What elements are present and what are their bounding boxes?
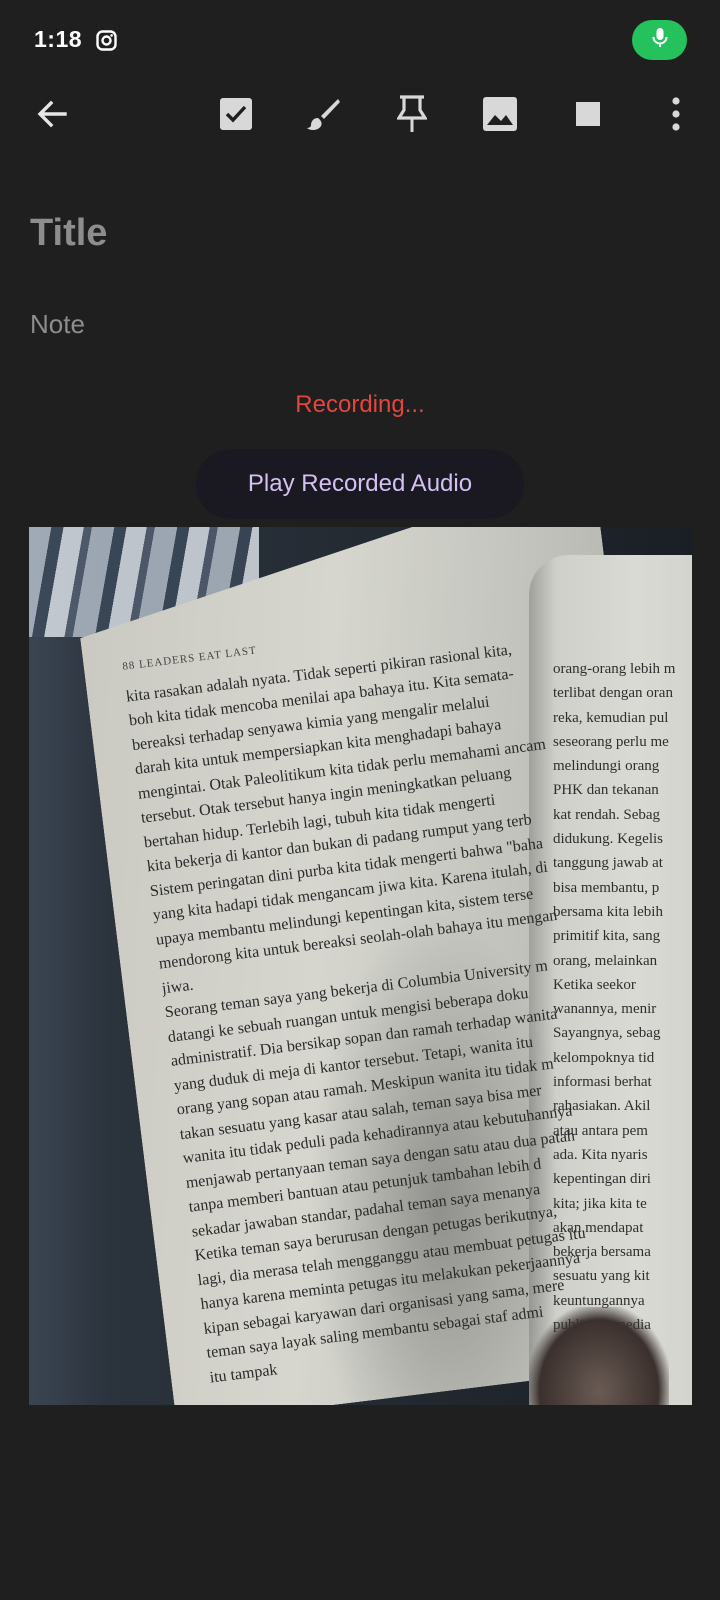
- right_page-line: melindungi orang: [553, 758, 660, 775]
- more-options-button[interactable]: [646, 84, 706, 144]
- right_page-line: ada. Kita nyaris: [553, 1146, 648, 1163]
- stop-icon: [575, 101, 601, 127]
- right_page-line: bekerja bersama: [553, 1244, 651, 1261]
- arrow-back-icon: [35, 97, 69, 131]
- right_page-line: kat rendah. Sebag: [553, 806, 661, 823]
- right_page-line: terlibat dengan oran: [553, 685, 673, 702]
- instagram-icon: [96, 30, 117, 51]
- right_page-line: Sayangnya, sebag: [553, 1025, 661, 1042]
- right_page-line: atau antara pem: [553, 1122, 648, 1139]
- more-vertical-icon: [671, 97, 681, 131]
- right_page-line: primitif kita, sang: [553, 928, 661, 945]
- pin-button[interactable]: [382, 84, 442, 144]
- right-page-text: orang-orang lebih m terlibat dengan oran r…: [553, 657, 692, 1386]
- brush-icon: [305, 96, 341, 132]
- stop-recording-button[interactable]: [558, 84, 618, 144]
- right_page-line: kepentingan diri: [553, 1171, 651, 1188]
- right_page-line: sesuatu yang kit: [553, 1268, 650, 1285]
- brush-button[interactable]: [293, 84, 353, 144]
- checkbox-icon: [219, 97, 253, 131]
- right_page-line: bisa membantu, p: [553, 879, 660, 896]
- attached-photo[interactable]: 88 LEADERS EAT LAST kita rasakan adalah …: [29, 527, 692, 1405]
- right_page-line: informasi berhat: [553, 1074, 652, 1091]
- right_page-line: seseorang perlu me: [553, 733, 669, 750]
- back-button[interactable]: [22, 84, 82, 144]
- right_page-line: orang-orang lebih m: [553, 661, 676, 677]
- title-input[interactable]: Title: [30, 212, 107, 255]
- pin-icon: [397, 94, 427, 134]
- finger-holding-page: [529, 1307, 669, 1405]
- checklist-button[interactable]: [206, 84, 266, 144]
- right_page-line: tanggung jawab at: [553, 855, 663, 872]
- play-recorded-audio-button[interactable]: Play Recorded Audio: [196, 449, 524, 519]
- microphone-in-use-indicator[interactable]: [632, 20, 687, 60]
- microphone-icon: [651, 27, 669, 54]
- right_page-line: rahasiakan. Akil: [553, 1098, 651, 1115]
- right_page-line: akan mendapat: [553, 1219, 644, 1236]
- right_page-line: bersama kita lebih: [553, 903, 663, 920]
- status-bar: 1:18: [0, 0, 720, 84]
- right_page-line: PHK dan tekanan: [553, 782, 659, 799]
- note-input[interactable]: Note: [30, 309, 85, 340]
- status-time: 1:18: [34, 26, 83, 52]
- right_page-line: Ketika seekor: [553, 976, 636, 993]
- right_page-line: reka, kemudian pul: [553, 709, 669, 726]
- right_page-line: kelompoknya tid: [553, 1049, 655, 1066]
- image-icon: [482, 96, 518, 132]
- right_page-line: wanannya, menir: [553, 1001, 657, 1018]
- add-image-button[interactable]: [470, 84, 530, 144]
- right_page-line: orang, melainkan: [553, 952, 658, 969]
- right_page-line: didukung. Kegelis: [553, 831, 663, 848]
- recording-status: Recording...: [295, 391, 425, 418]
- note-toolbar: [0, 84, 720, 174]
- right_page-line: kita; jika kita te: [553, 1195, 647, 1212]
